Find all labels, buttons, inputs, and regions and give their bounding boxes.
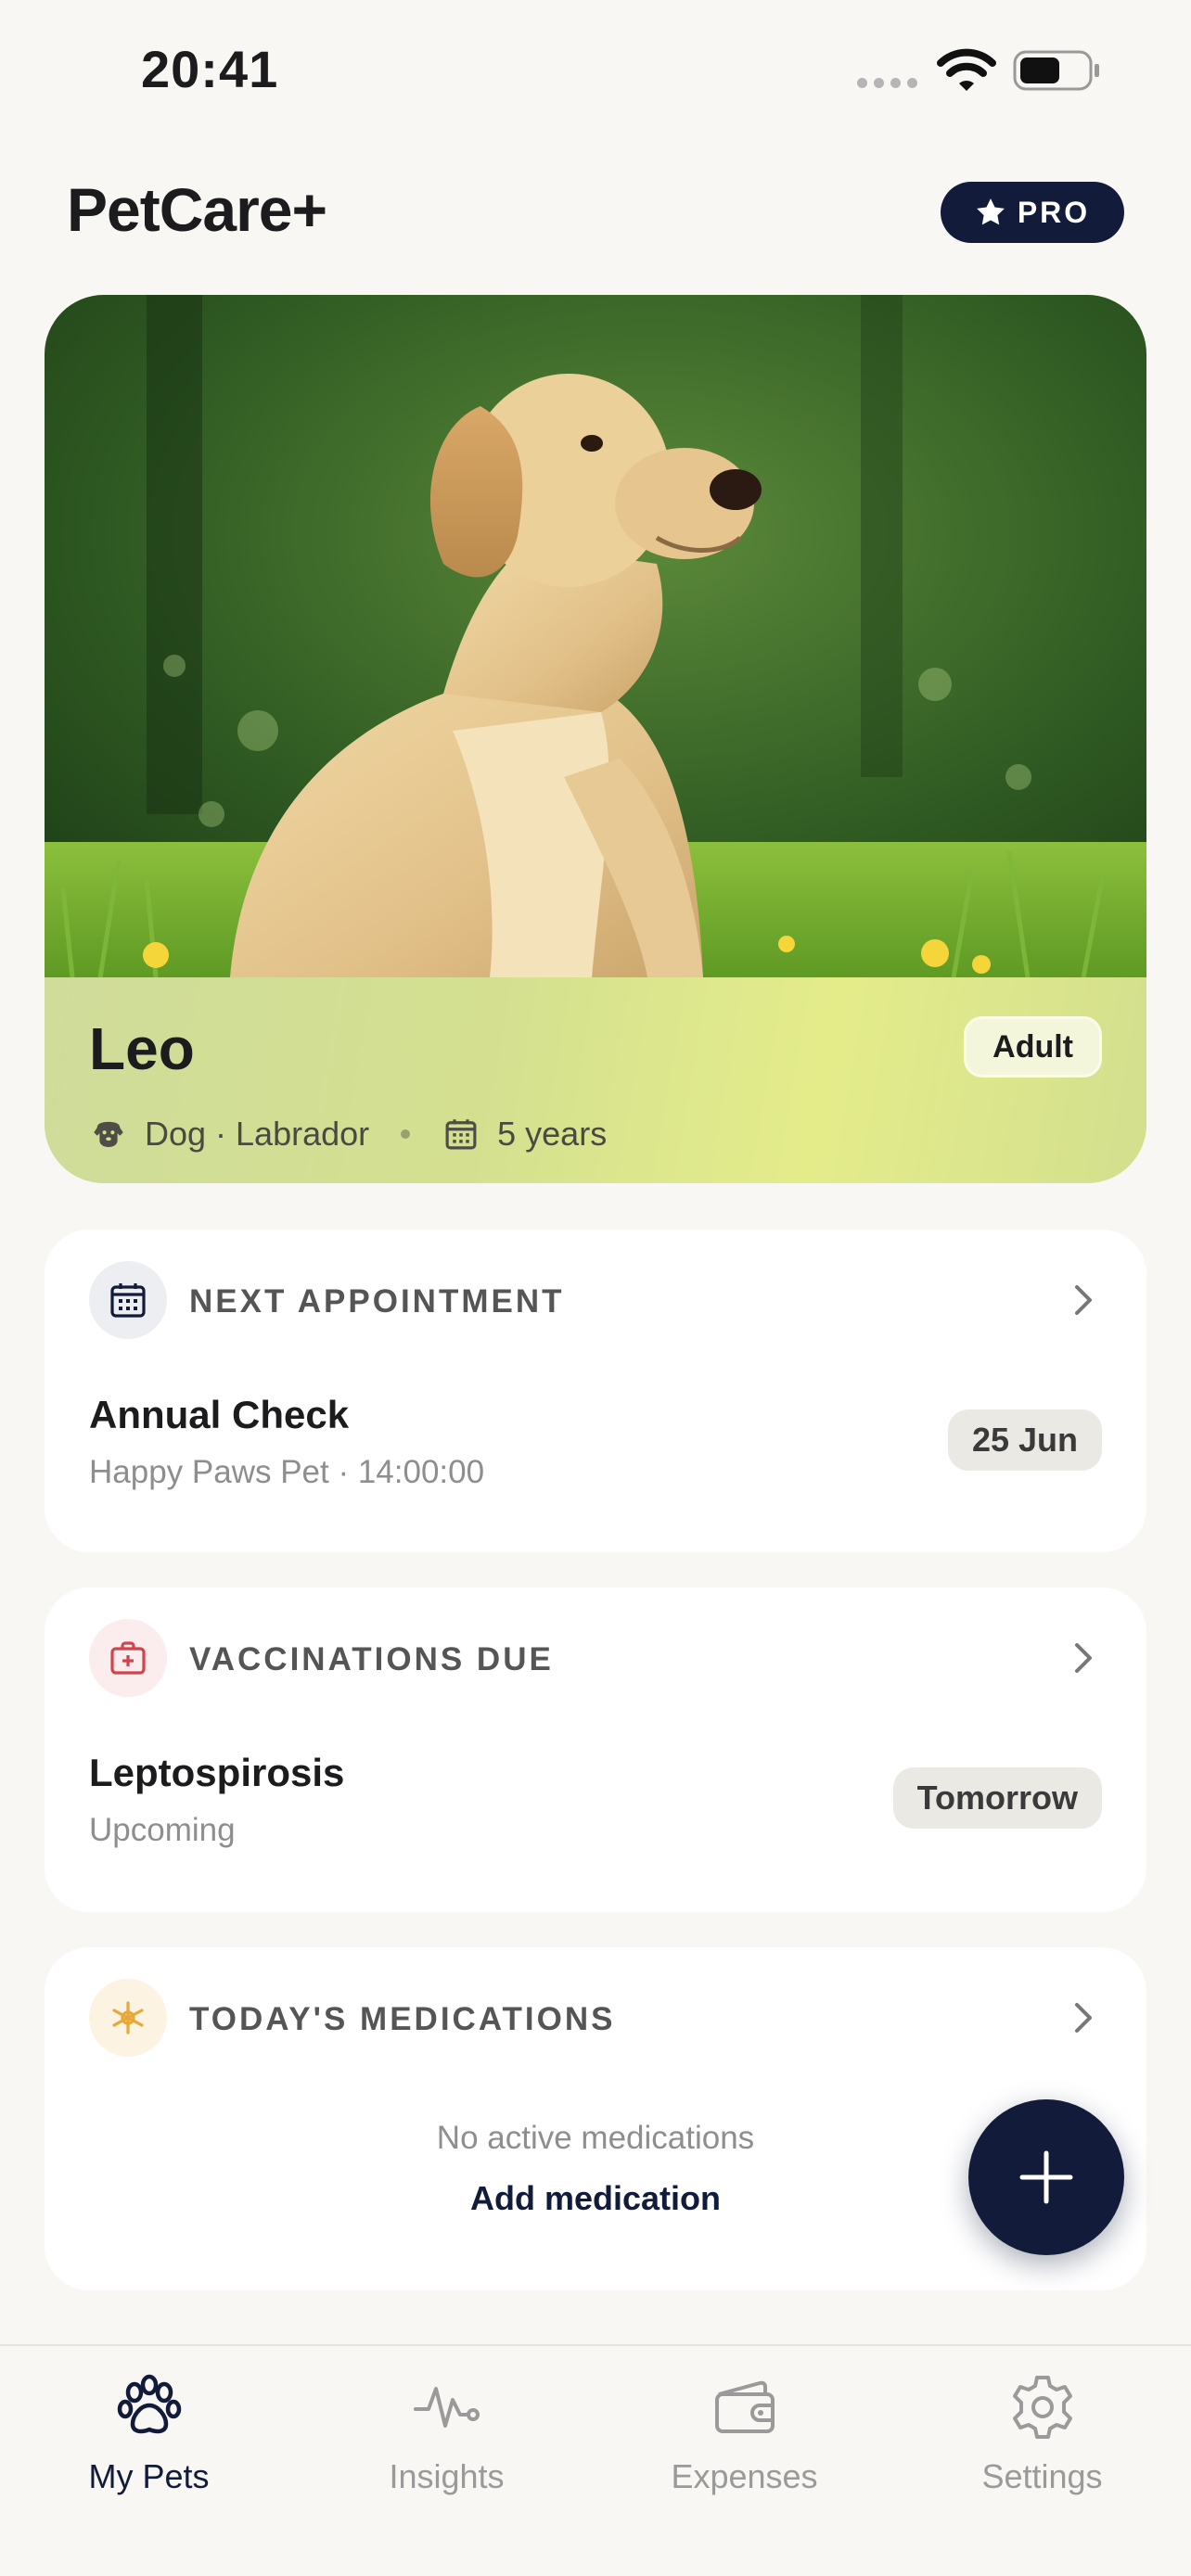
pet-age: 5 years	[497, 1115, 608, 1153]
star-icon	[976, 198, 1005, 225]
vaccinations-card-title: VACCINATIONS DUE	[189, 1641, 554, 1677]
app-title: PetCare+	[67, 175, 327, 244]
chevron-right-icon[interactable]	[1065, 1997, 1102, 2038]
appointment-name: Annual Check	[89, 1393, 350, 1436]
appointment-date-badge: 25 Jun	[947, 1409, 1102, 1471]
add-fab-button[interactable]	[968, 2099, 1124, 2255]
vaccination-icon-wrap	[89, 1619, 167, 1697]
life-stage-badge: Adult	[964, 1016, 1102, 1078]
chevron-right-icon[interactable]	[1065, 1280, 1102, 1320]
tab-expenses[interactable]: Expenses	[596, 2372, 893, 2496]
calendar-icon	[445, 1119, 477, 1150]
status-time: 20:41	[141, 40, 279, 98]
tab-settings[interactable]: Settings	[893, 2372, 1191, 2496]
tab-label: Expenses	[671, 2457, 818, 2495]
tab-my-pets[interactable]: My Pets	[0, 2372, 298, 2496]
medical-kit-icon	[110, 1641, 146, 1675]
vaccination-due-badge: Tomorrow	[892, 1767, 1102, 1829]
dog-icon	[94, 1121, 123, 1147]
chevron-right-icon[interactable]	[1065, 1638, 1102, 1678]
tab-label: Settings	[981, 2457, 1103, 2495]
next-appointment-card[interactable]: NEXT APPOINTMENT Annual Check Happy Paws…	[45, 1230, 1146, 1552]
pet-card[interactable]: Leo Adult Dog · Labrador 5 years	[45, 295, 1146, 1183]
paw-icon	[117, 2374, 181, 2434]
medication-icon-wrap	[89, 1979, 167, 2057]
tab-label: Insights	[389, 2457, 505, 2495]
todays-medications-card[interactable]: TODAY'S MEDICATIONS No active medication…	[45, 1947, 1146, 2290]
activity-icon	[413, 2387, 480, 2428]
plus-icon	[1019, 2150, 1073, 2204]
calendar-icon	[110, 1283, 146, 1318]
appointment-details: Happy Paws Pet · 14:00:00	[89, 1454, 485, 1490]
species-breed: Dog · Labrador	[145, 1115, 370, 1153]
wallet-icon	[714, 2380, 775, 2433]
pet-info: Leo Adult Dog · Labrador 5 years	[45, 977, 1146, 1183]
vaccination-status: Upcoming	[89, 1812, 236, 1848]
pet-photo	[45, 295, 1146, 977]
app-screen: 20:41 PetCare+ PRO Leo Adult Dog · Labra…	[0, 0, 1191, 2576]
battery-icon	[1013, 50, 1099, 91]
vaccination-name: Leptospirosis	[89, 1751, 345, 1794]
gear-icon	[1012, 2376, 1072, 2439]
cellular-signal-icon	[857, 78, 917, 88]
pro-badge-label: PRO	[1017, 195, 1091, 229]
vaccinations-due-card[interactable]: VACCINATIONS DUE Leptospirosis Upcoming …	[45, 1588, 1146, 1912]
appointment-icon-wrap	[89, 1261, 167, 1339]
tab-label: My Pets	[88, 2457, 210, 2495]
tab-insights[interactable]: Insights	[298, 2372, 596, 2496]
pet-meta: Dog · Labrador 5 years	[89, 1115, 607, 1154]
tab-bar: My Pets Insights Expenses Settings	[0, 2344, 1191, 2576]
pro-badge[interactable]: PRO	[941, 182, 1124, 243]
wifi-icon	[937, 48, 996, 91]
pet-name: Leo	[89, 1015, 195, 1082]
separator-dot	[401, 1129, 411, 1139]
status-bar: 20:41	[0, 0, 1191, 139]
pill-sparkle-icon	[112, 2001, 144, 2034]
medications-card-title: TODAY'S MEDICATIONS	[189, 2001, 616, 2037]
appointment-card-title: NEXT APPOINTMENT	[189, 1283, 565, 1320]
